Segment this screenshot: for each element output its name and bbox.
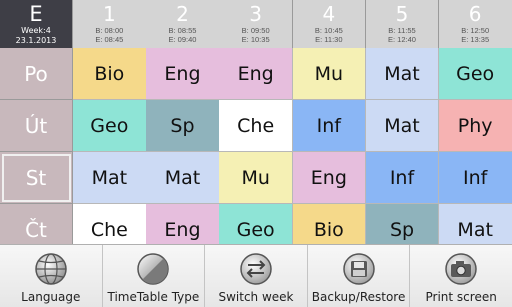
globe-icon xyxy=(33,251,69,287)
menu-button-camera[interactable]: Print screen xyxy=(410,245,512,307)
period-begin-time: B: 08:00 xyxy=(95,26,124,35)
subject-cell[interactable]: Eng xyxy=(146,48,220,100)
period-number: 5 xyxy=(395,2,409,26)
subject-cell[interactable]: Phy xyxy=(438,100,512,152)
period-begin-time: B: 12:50 xyxy=(461,26,490,35)
subject-cell[interactable]: Mat xyxy=(365,48,440,100)
subject-cell[interactable]: Bio xyxy=(73,48,147,100)
subject-cell[interactable]: Mu xyxy=(292,48,367,100)
menu-button-globe[interactable]: Language xyxy=(0,245,103,307)
subject-cell[interactable]: Eng xyxy=(219,48,293,100)
period-header-5[interactable]: 5 B: 11:55 E: 12:40 xyxy=(365,0,440,48)
period-number: 3 xyxy=(249,2,263,26)
week-letter: E xyxy=(29,2,43,26)
menu-button-label: Print screen xyxy=(425,290,497,304)
subject-cell[interactable]: Sp xyxy=(146,100,220,152)
subject-cell[interactable]: Che xyxy=(219,100,293,152)
subject-cell[interactable]: Inf xyxy=(292,100,367,152)
week-info-corner[interactable]: E Week:4 23.1.2013 xyxy=(0,0,73,48)
subject-cell[interactable]: Mu xyxy=(219,152,293,204)
timetable-app: E Week:4 23.1.2013 1 B: 08:00 E: 08:45 2 B: … xyxy=(0,0,512,307)
period-end-time: E: 08:45 xyxy=(95,35,124,44)
week-number: Week:4 xyxy=(21,26,51,35)
subject-cell[interactable]: Geo xyxy=(438,48,512,100)
swap-arrows-icon xyxy=(238,251,274,287)
period-end-time: E: 13:35 xyxy=(461,35,490,44)
period-begin-time: B: 10:45 xyxy=(314,26,343,35)
menu-button-half-circle[interactable]: TimeTable Type xyxy=(103,245,206,307)
day-label-0[interactable]: Po xyxy=(0,48,73,100)
period-begin-time: B: 11:55 xyxy=(388,26,416,35)
subject-cell[interactable]: Inf xyxy=(438,152,512,204)
period-begin-time: B: 08:55 xyxy=(168,26,197,35)
menu-button-label: Backup/Restore xyxy=(311,290,406,304)
current-date: 23.1.2013 xyxy=(15,36,57,45)
period-number: 4 xyxy=(322,2,336,26)
camera-icon xyxy=(443,251,479,287)
period-header-3[interactable]: 3 B: 09:50 E: 10:35 xyxy=(219,0,293,48)
subject-cell[interactable]: Mat xyxy=(73,152,147,204)
subject-cell[interactable]: Inf xyxy=(365,152,440,204)
period-end-time: E: 11:30 xyxy=(315,35,343,44)
subject-cell[interactable]: Eng xyxy=(292,152,367,204)
menu-button-label: Language xyxy=(21,290,81,304)
menu-button-label: Switch week xyxy=(218,290,294,304)
half-circle-icon xyxy=(135,251,171,287)
period-end-time: E: 09:40 xyxy=(168,35,197,44)
period-number: 2 xyxy=(176,2,189,26)
period-header-4[interactable]: 4 B: 10:45 E: 11:30 xyxy=(292,0,367,48)
period-header-6[interactable]: 6 B: 12:50 E: 13:35 xyxy=(438,0,512,48)
period-header-2[interactable]: 2 B: 08:55 E: 09:40 xyxy=(146,0,220,48)
period-header-1[interactable]: 1 B: 08:00 E: 08:45 xyxy=(73,0,147,48)
subject-cell[interactable]: Mat xyxy=(146,152,220,204)
options-menu: Language TimeTable Type Switch week Backup/… xyxy=(0,244,512,307)
period-number: 6 xyxy=(468,2,482,26)
subject-cell[interactable]: Geo xyxy=(73,100,147,152)
subject-cell[interactable]: Mat xyxy=(365,100,440,152)
day-label-2[interactable]: St xyxy=(0,152,73,204)
floppy-disk-icon xyxy=(341,251,377,287)
period-end-time: E: 10:35 xyxy=(241,35,270,44)
menu-button-floppy-disk[interactable]: Backup/Restore xyxy=(308,245,411,307)
period-number: 1 xyxy=(102,2,116,26)
menu-button-swap-arrows[interactable]: Switch week xyxy=(205,245,308,307)
menu-button-label: TimeTable Type xyxy=(107,290,200,304)
day-label-1[interactable]: Út xyxy=(0,100,73,152)
period-end-time: E: 12:40 xyxy=(388,35,416,44)
period-begin-time: B: 09:50 xyxy=(241,26,270,35)
